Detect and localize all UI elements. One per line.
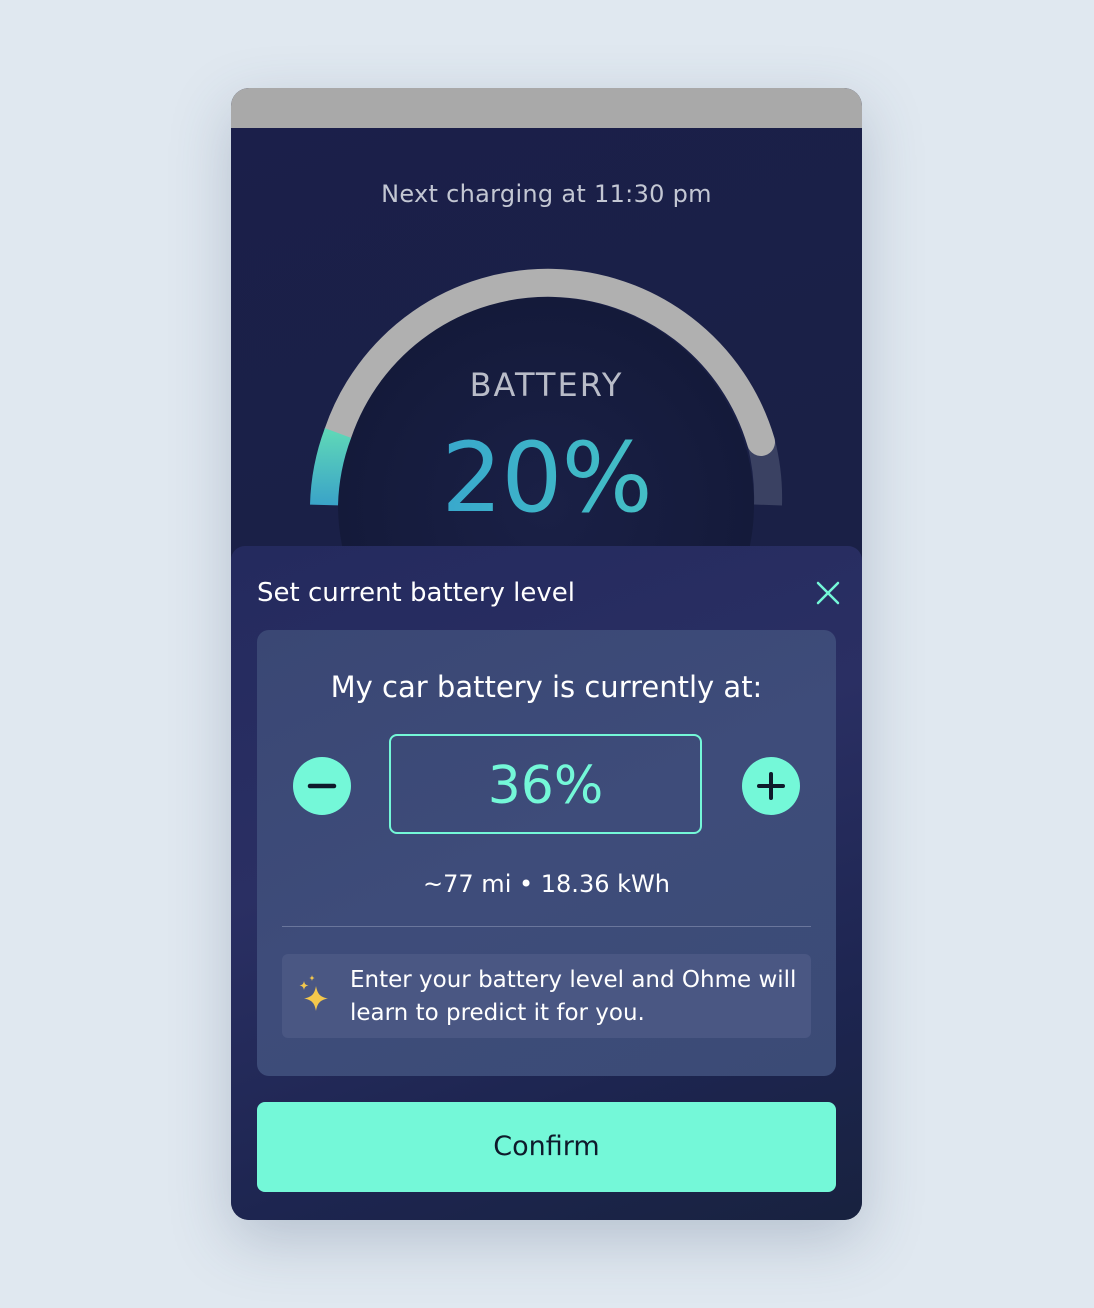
battery-label: BATTERY bbox=[469, 366, 624, 404]
battery-level-sheet: Set current battery level My car battery… bbox=[231, 546, 862, 1220]
sheet-title: Set current battery level bbox=[257, 578, 576, 608]
app-screen: Next charging at 11:30 pm BATTERY 20% Se… bbox=[231, 88, 862, 1220]
tip-text: Enter your battery level and Ohme will l… bbox=[350, 967, 797, 1026]
battery-percentage: 20% bbox=[231, 426, 862, 530]
battery-value-text: 36% bbox=[487, 756, 604, 816]
close-button[interactable] bbox=[811, 576, 845, 610]
sparkle-icon bbox=[299, 975, 328, 1011]
increase-button[interactable] bbox=[742, 757, 800, 815]
card-heading: My car battery is currently at: bbox=[330, 670, 763, 704]
battery-input-card: My car battery is currently at: 36% ~77 … bbox=[257, 630, 836, 1076]
confirm-button[interactable]: Confirm bbox=[257, 1102, 836, 1192]
minus-icon bbox=[307, 783, 337, 789]
battery-value-field[interactable]: 36% bbox=[389, 734, 702, 834]
range-energy-text: ~77 mi • 18.36 kWh bbox=[423, 870, 670, 898]
divider bbox=[282, 926, 811, 927]
prediction-tip: Enter your battery level and Ohme will l… bbox=[282, 954, 811, 1038]
decrease-button[interactable] bbox=[293, 757, 351, 815]
plus-icon bbox=[757, 772, 785, 800]
close-icon bbox=[816, 581, 840, 605]
